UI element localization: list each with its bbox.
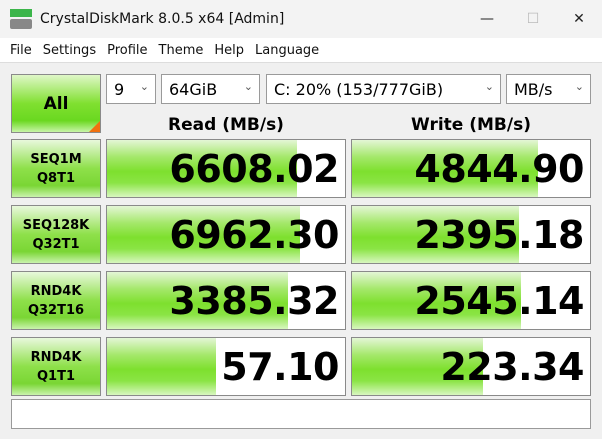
- write-result: 4844.90: [351, 139, 591, 198]
- read-value: 57.10: [221, 344, 339, 389]
- test-params: Q32T16: [27, 302, 85, 318]
- unit-select[interactable]: MB/s ⌄: [506, 74, 591, 104]
- main-panel: All 9 ⌄ 64GiB ⌄ C: 20% (153/777GiB) ⌄ MB/s ⌄…: [0, 62, 602, 439]
- test-count-select[interactable]: 9 ⌄: [106, 74, 156, 104]
- title-bar: CrystalDiskMark 8.0.5 x64 [Admin] — ☐ ✕: [0, 0, 602, 38]
- read-result: 6608.02: [106, 139, 346, 198]
- chevron-down-icon: ⌄: [139, 80, 149, 93]
- menu-settings[interactable]: Settings: [43, 43, 96, 58]
- menu-theme[interactable]: Theme: [159, 43, 204, 58]
- drive-value: C: 20% (153/777GiB): [274, 79, 444, 99]
- menu-profile[interactable]: Profile: [107, 43, 147, 58]
- test-button-1[interactable]: SEQ128K Q32T1: [11, 205, 101, 264]
- menu-help[interactable]: Help: [214, 43, 244, 58]
- write-result: 2395.18: [351, 205, 591, 264]
- chevron-down-icon: ⌄: [574, 80, 584, 93]
- menu-language[interactable]: Language: [255, 43, 319, 58]
- read-header: Read (MB/s): [168, 115, 284, 135]
- minimize-button[interactable]: —: [464, 0, 510, 38]
- read-value: 6962.30: [169, 212, 339, 257]
- test-button-2[interactable]: RND4K Q32T16: [11, 271, 101, 330]
- read-result: 57.10: [106, 337, 346, 396]
- test-size-select[interactable]: 64GiB ⌄: [161, 74, 260, 104]
- read-result: 6962.30: [106, 205, 346, 264]
- read-value: 6608.02: [169, 146, 339, 191]
- test-name: RND4K: [30, 283, 82, 299]
- read-bar: [107, 338, 217, 395]
- test-count-value: 9: [114, 79, 125, 99]
- unit-value: MB/s: [514, 79, 553, 99]
- test-name: SEQ128K: [22, 217, 90, 233]
- test-button-0[interactable]: SEQ1M Q8T1: [11, 139, 101, 198]
- close-button[interactable]: ✕: [556, 0, 602, 38]
- write-value: 223.34: [440, 344, 584, 389]
- write-result: 223.34: [351, 337, 591, 396]
- menu-bar: File Settings Profile Theme Help Languag…: [0, 38, 602, 62]
- write-result: 2545.14: [351, 271, 591, 330]
- write-value: 4844.90: [414, 146, 584, 191]
- write-value: 2395.18: [414, 212, 584, 257]
- read-result: 3385.32: [106, 271, 346, 330]
- test-name: RND4K: [30, 349, 82, 365]
- test-params: Q8T1: [36, 170, 75, 186]
- crystaldiskmark-app-icon: [10, 9, 32, 29]
- window-title: CrystalDiskMark 8.0.5 x64 [Admin]: [40, 11, 285, 27]
- test-size-value: 64GiB: [169, 79, 218, 99]
- run-all-button[interactable]: All: [11, 74, 101, 133]
- chevron-down-icon: ⌄: [484, 80, 494, 93]
- chevron-down-icon: ⌄: [243, 80, 253, 93]
- test-params: Q1T1: [36, 368, 75, 384]
- menu-file[interactable]: File: [10, 43, 32, 58]
- read-value: 3385.32: [169, 278, 339, 323]
- write-value: 2545.14: [414, 278, 584, 323]
- test-button-3[interactable]: RND4K Q1T1: [11, 337, 101, 396]
- maximize-button[interactable]: ☐: [510, 0, 556, 38]
- write-header: Write (MB/s): [411, 115, 531, 135]
- drive-select[interactable]: C: 20% (153/777GiB) ⌄: [266, 74, 501, 104]
- test-params: Q32T1: [32, 236, 80, 252]
- test-name: SEQ1M: [30, 151, 82, 167]
- comment-input[interactable]: [11, 399, 591, 429]
